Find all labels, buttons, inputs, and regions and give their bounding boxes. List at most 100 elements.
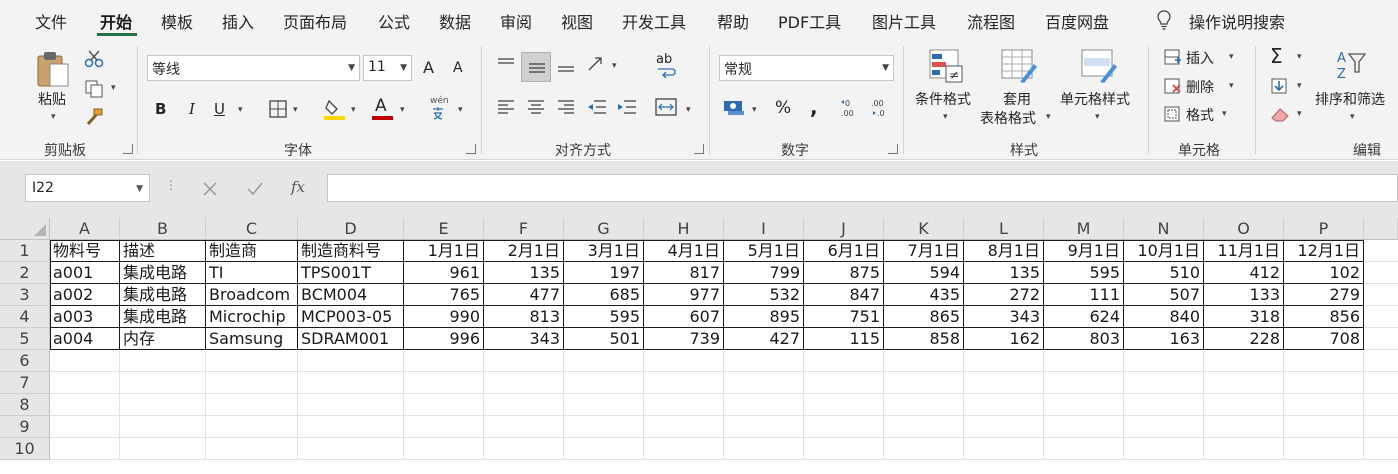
cell-j2[interactable]: 875 xyxy=(804,262,884,284)
cell-l7[interactable] xyxy=(964,372,1044,394)
more-options-icon[interactable]: ⋮ xyxy=(165,178,177,192)
cell-c6[interactable] xyxy=(206,350,298,372)
cell-m10[interactable] xyxy=(1044,438,1124,460)
menu-developer[interactable]: 开发工具 xyxy=(622,9,686,33)
cell-a5[interactable]: a004 xyxy=(50,328,120,350)
underline-button[interactable]: U xyxy=(214,100,225,118)
row-header-3[interactable]: 3 xyxy=(0,284,50,306)
cell-f9[interactable] xyxy=(484,416,564,438)
fill-dropdown-icon[interactable]: ▾ xyxy=(1297,81,1302,91)
cell-d2[interactable]: TPS001T xyxy=(298,262,404,284)
row-header-8[interactable]: 8 xyxy=(0,394,50,416)
cell-j8[interactable] xyxy=(804,394,884,416)
cell-e8[interactable] xyxy=(404,394,484,416)
cell-b3[interactable]: 集成电路 xyxy=(120,284,206,306)
menu-page-layout[interactable]: 页面布局 xyxy=(283,9,347,33)
cell-i7[interactable] xyxy=(724,372,804,394)
cell-m1[interactable]: 9月1日 xyxy=(1044,240,1124,262)
format-table-dropdown-icon[interactable]: ▾ xyxy=(1046,112,1051,122)
cell-n6[interactable] xyxy=(1124,350,1204,372)
cell-m5[interactable]: 803 xyxy=(1044,328,1124,350)
cell-g3[interactable]: 685 xyxy=(564,284,644,306)
column-header-m[interactable]: M xyxy=(1044,218,1124,240)
cell-l9[interactable] xyxy=(964,416,1044,438)
cell-o7[interactable] xyxy=(1204,372,1284,394)
column-header-d[interactable]: D xyxy=(298,218,404,240)
menu-help[interactable]: 帮助 xyxy=(717,9,749,33)
cell-d6[interactable] xyxy=(298,350,404,372)
sort-filter-label[interactable]: 排序和筛选 xyxy=(1315,89,1385,109)
phonetic-guide-icon[interactable] xyxy=(431,106,445,120)
cell-e10[interactable] xyxy=(404,438,484,460)
delete-cells-icon[interactable] xyxy=(1163,77,1183,95)
accounting-format-icon[interactable] xyxy=(722,97,746,117)
cell-m7[interactable] xyxy=(1044,372,1124,394)
cell-i3[interactable]: 532 xyxy=(724,284,804,306)
cell-j6[interactable] xyxy=(804,350,884,372)
font-name-select[interactable]: 等线 ▼ xyxy=(147,55,360,81)
cell-a9[interactable] xyxy=(50,416,120,438)
clipboard-launcher-icon[interactable] xyxy=(123,144,133,154)
cell-p8[interactable] xyxy=(1284,394,1364,416)
cell-e1[interactable]: 1月1日 xyxy=(404,240,484,262)
cell-a4[interactable]: a003 xyxy=(50,306,120,328)
cell-e3[interactable]: 765 xyxy=(404,284,484,306)
cell-f3[interactable]: 477 xyxy=(484,284,564,306)
cell-o1[interactable]: 11月1日 xyxy=(1204,240,1284,262)
cell-styles-dropdown-icon[interactable]: ▾ xyxy=(1095,112,1100,122)
cell-e6[interactable] xyxy=(404,350,484,372)
cell-e7[interactable] xyxy=(404,372,484,394)
font-size-select[interactable]: 11 ▼ xyxy=(363,55,412,81)
column-header-p[interactable]: P xyxy=(1284,218,1364,240)
copy-icon[interactable] xyxy=(84,80,104,98)
cancel-entry-icon[interactable] xyxy=(202,181,218,197)
bold-button[interactable]: B xyxy=(155,100,166,118)
cell-a6[interactable] xyxy=(50,350,120,372)
autosum-dropdown-icon[interactable]: ▾ xyxy=(1297,52,1302,62)
cell-g6[interactable] xyxy=(564,350,644,372)
paste-label[interactable]: 粘贴 xyxy=(38,89,66,109)
cell-g4[interactable]: 595 xyxy=(564,306,644,328)
cell-b6[interactable] xyxy=(120,350,206,372)
insert-function-button[interactable]: fx xyxy=(291,178,305,196)
decrease-decimal-icon[interactable]: .00 .0 xyxy=(870,97,890,119)
column-header-f[interactable]: F xyxy=(484,218,564,240)
cell-f4[interactable]: 813 xyxy=(484,306,564,328)
cell-i10[interactable] xyxy=(724,438,804,460)
cell-d8[interactable] xyxy=(298,394,404,416)
menu-picture-tools[interactable]: 图片工具 xyxy=(872,9,936,33)
column-header-b[interactable]: B xyxy=(120,218,206,240)
cell-p10[interactable] xyxy=(1284,438,1364,460)
row-header-6[interactable]: 6 xyxy=(0,350,50,372)
cell-c1[interactable]: 制造商 xyxy=(206,240,298,262)
cell-a1[interactable]: 物料号 xyxy=(50,240,120,262)
cell-d9[interactable] xyxy=(298,416,404,438)
cell-b9[interactable] xyxy=(120,416,206,438)
increase-indent-icon[interactable] xyxy=(616,98,638,116)
cell-b10[interactable] xyxy=(120,438,206,460)
copy-dropdown-icon[interactable]: ▾ xyxy=(111,83,116,93)
cell-d7[interactable] xyxy=(298,372,404,394)
cell-p2[interactable]: 102 xyxy=(1284,262,1364,284)
cell-h9[interactable] xyxy=(644,416,724,438)
cell-l6[interactable] xyxy=(964,350,1044,372)
format-as-table-label-1[interactable]: 套用 xyxy=(1003,89,1031,109)
cell-j10[interactable] xyxy=(804,438,884,460)
cell-j7[interactable] xyxy=(804,372,884,394)
cell-l5[interactable]: 162 xyxy=(964,328,1044,350)
fill-icon[interactable] xyxy=(1270,77,1288,95)
cell-p3[interactable]: 279 xyxy=(1284,284,1364,306)
cell-o10[interactable] xyxy=(1204,438,1284,460)
cell-g8[interactable] xyxy=(564,394,644,416)
autosum-icon[interactable]: Σ xyxy=(1270,44,1283,68)
menu-insert[interactable]: 插入 xyxy=(222,9,254,33)
insert-dropdown-icon[interactable]: ▾ xyxy=(1229,52,1234,62)
cell-f6[interactable] xyxy=(484,350,564,372)
cell-i1[interactable]: 5月1日 xyxy=(724,240,804,262)
cell-f2[interactable]: 135 xyxy=(484,262,564,284)
clear-dropdown-icon[interactable]: ▾ xyxy=(1297,109,1302,119)
orientation-icon[interactable] xyxy=(586,54,608,74)
cell-l8[interactable] xyxy=(964,394,1044,416)
cell-j4[interactable]: 751 xyxy=(804,306,884,328)
cell-f8[interactable] xyxy=(484,394,564,416)
